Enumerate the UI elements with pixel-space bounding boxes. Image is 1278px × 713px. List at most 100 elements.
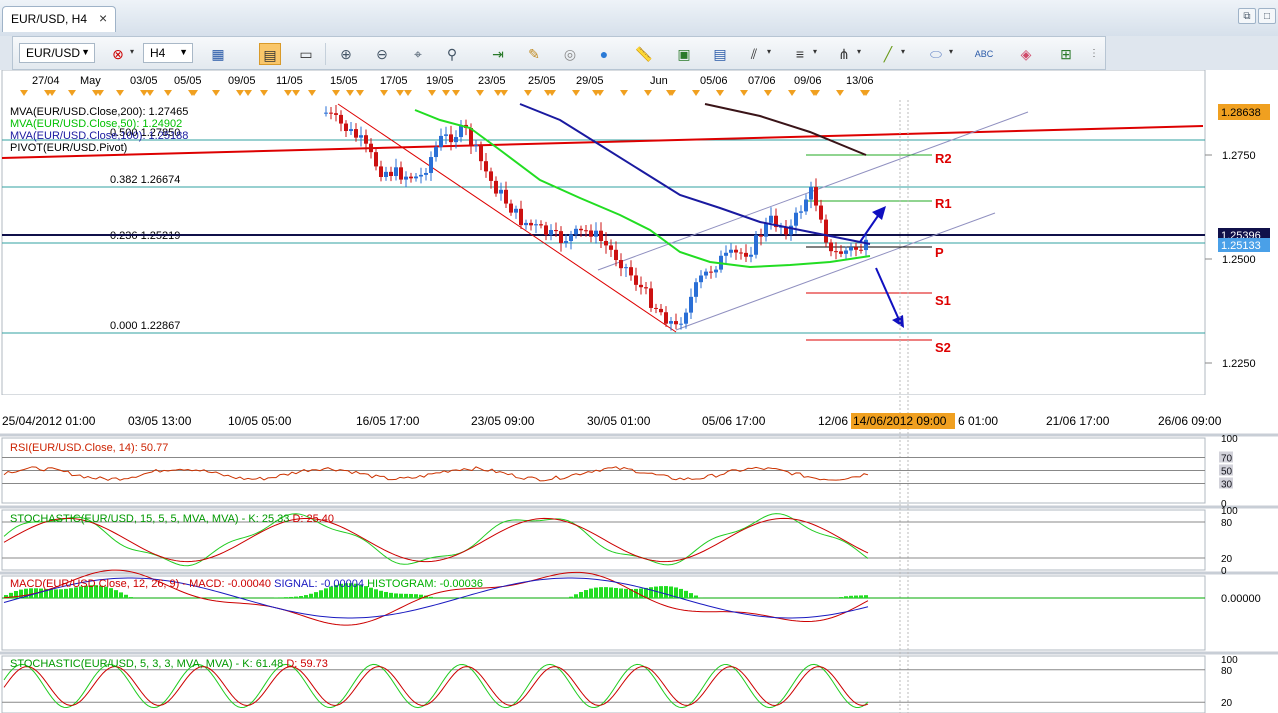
macd-histogram-bar xyxy=(304,595,308,598)
zoom-out-icon[interactable]: ⊖ xyxy=(371,43,393,65)
macd-histogram-bar xyxy=(599,587,603,598)
top-date-label: 23/05 xyxy=(478,75,506,87)
bottom-date-label: 21/06 17:00 xyxy=(1046,414,1110,428)
chart-canvas[interactable]: 27/04 May 03/05 05/05 09/05 11/05 15/05 17/05 19… xyxy=(0,70,1278,713)
close-tab-icon[interactable]: × xyxy=(99,10,107,26)
macd-histogram-bar xyxy=(309,593,313,598)
trendline-icon[interactable]: ╱ xyxy=(877,43,899,65)
chart-area[interactable]: 27/04 May 03/05 05/05 09/05 11/05 15/05 17/05 19… xyxy=(0,70,1278,713)
text-icon[interactable]: ABC xyxy=(973,43,995,65)
macd-histogram-bar xyxy=(584,590,588,598)
pivot-level-label: R1 xyxy=(935,196,952,211)
ellipse-icon[interactable]: ⬭ xyxy=(925,43,947,65)
navigation-icon[interactable]: ◎ xyxy=(559,43,581,65)
macd-histogram-bar xyxy=(409,593,413,598)
top-date-label: 05/06 xyxy=(700,75,728,87)
bottom-date-label: 23/05 09:00 xyxy=(471,414,535,428)
candle-body xyxy=(379,166,383,177)
symbol-select[interactable]: EUR/USD ▼ xyxy=(19,43,95,63)
magnifier-icon[interactable]: ⚲ xyxy=(441,43,463,65)
candle-body xyxy=(614,249,618,261)
screenshot-icon[interactable]: ▤ xyxy=(709,43,731,65)
chart-fit-icon[interactable]: ⇥ xyxy=(487,43,509,65)
pencil-icon[interactable]: ✎ xyxy=(523,43,545,65)
object-tree-icon[interactable]: ⊞ xyxy=(1055,43,1077,65)
candle-body xyxy=(489,171,493,181)
macd-tick-label: 0.00000 xyxy=(1221,593,1261,605)
candle-body xyxy=(354,129,358,138)
text-label-icon[interactable]: ▭ xyxy=(295,43,317,65)
candle-body xyxy=(854,247,858,250)
candle-body xyxy=(504,189,508,204)
candle-body xyxy=(724,252,728,256)
chart-tab[interactable]: EUR/USD, H4 × xyxy=(2,6,116,32)
pitchfork-icon[interactable]: ⋔ xyxy=(833,43,855,65)
macd-histogram-bar xyxy=(129,597,133,598)
main-legend: MVA(EUR/USD.Close,200): 1.27465 MVA(EUR/… xyxy=(10,106,188,154)
stoch2-k: K: 61.48 xyxy=(242,658,284,670)
candle-body xyxy=(624,267,628,269)
stoch1-name: STOCHASTIC(EUR/USD, 15, 5, 5, MVA, MVA) … xyxy=(10,513,246,525)
candle-body xyxy=(514,208,518,213)
drawing-lines-icon[interactable]: ⫽ xyxy=(743,43,765,65)
top-date-label: 13/06 xyxy=(846,75,874,87)
candle-body xyxy=(629,267,633,276)
ruler-icon[interactable]: 📏 xyxy=(633,43,655,65)
candle-body xyxy=(604,240,608,246)
fibonacci-icon[interactable]: ≡ xyxy=(789,43,811,65)
top-date-label: 25/05 xyxy=(528,75,556,87)
eraser-icon[interactable]: ◈ xyxy=(1015,43,1037,65)
macd-value: MACD: -0.00040 xyxy=(189,578,272,590)
rsi-tick-label: 100 xyxy=(1221,434,1238,445)
macd-histogram-bar xyxy=(279,597,283,598)
indicators-icon[interactable]: ⊗ xyxy=(107,43,129,65)
chevron-down-icon[interactable]: ▾ xyxy=(857,47,861,56)
fib-level-label: 0.382 1.26674 xyxy=(110,174,180,186)
chevron-down-icon[interactable]: ▾ xyxy=(949,47,953,56)
candle-body xyxy=(859,249,863,251)
chevron-down-icon[interactable]: ▾ xyxy=(813,47,817,56)
pivot-level-label: S2 xyxy=(935,340,951,355)
stoch1-d: D: 25.40 xyxy=(292,513,335,525)
macd-histogram-bar xyxy=(289,596,293,598)
rsi-tick-badge xyxy=(1219,477,1233,489)
candle-body xyxy=(449,134,453,143)
macd-histogram-bar xyxy=(399,593,403,598)
candle-body xyxy=(544,225,548,235)
candle-body xyxy=(524,222,528,226)
bar-chart-icon[interactable]: ▦ xyxy=(207,43,229,65)
data-window-icon[interactable]: ⌖ xyxy=(407,43,429,65)
top-date-label: 03/05 xyxy=(130,75,158,87)
candle-body xyxy=(684,312,688,324)
macd-histogram-bar xyxy=(114,590,118,598)
candle-body xyxy=(709,271,713,273)
zoom-in-icon[interactable]: ⊕ xyxy=(335,43,357,65)
chart-image-icon[interactable]: ▣ xyxy=(673,43,695,65)
candle-body xyxy=(844,250,848,254)
candle-body xyxy=(754,235,758,255)
macd-histogram-bar xyxy=(49,589,53,598)
candle-body xyxy=(369,143,373,153)
bottom-date-label: 25/04/2012 01:00 xyxy=(2,414,96,428)
maximize-window-icon[interactable]: □ xyxy=(1258,8,1276,24)
macd-histogram-bar xyxy=(19,589,23,598)
top-date-label: May xyxy=(80,75,101,87)
candle-body xyxy=(819,205,823,220)
chevron-down-icon[interactable]: ▾ xyxy=(767,47,771,56)
macd-histogram-bar xyxy=(414,594,418,598)
more-icon[interactable]: ⋮ xyxy=(1083,43,1105,65)
globe-icon[interactable]: ● xyxy=(593,43,615,65)
timeframe-select[interactable]: H4 ▼ xyxy=(143,43,193,63)
macd-histogram-bar xyxy=(404,593,408,598)
chevron-down-icon[interactable]: ▾ xyxy=(901,47,905,56)
chart-tab-label: EUR/USD, H4 xyxy=(11,12,88,26)
chevron-down-icon: ▼ xyxy=(81,47,90,57)
restore-window-icon[interactable]: ⧉ xyxy=(1238,8,1256,24)
candle-body xyxy=(824,219,828,243)
macd-histogram-bar xyxy=(429,596,433,598)
candlestick-mode-icon[interactable]: ▤ xyxy=(259,43,281,65)
candle-body xyxy=(589,230,593,237)
macd-histogram-bar xyxy=(679,588,683,598)
chevron-down-icon[interactable]: ▾ xyxy=(130,47,134,56)
symbol-value: EUR/USD xyxy=(26,46,81,60)
